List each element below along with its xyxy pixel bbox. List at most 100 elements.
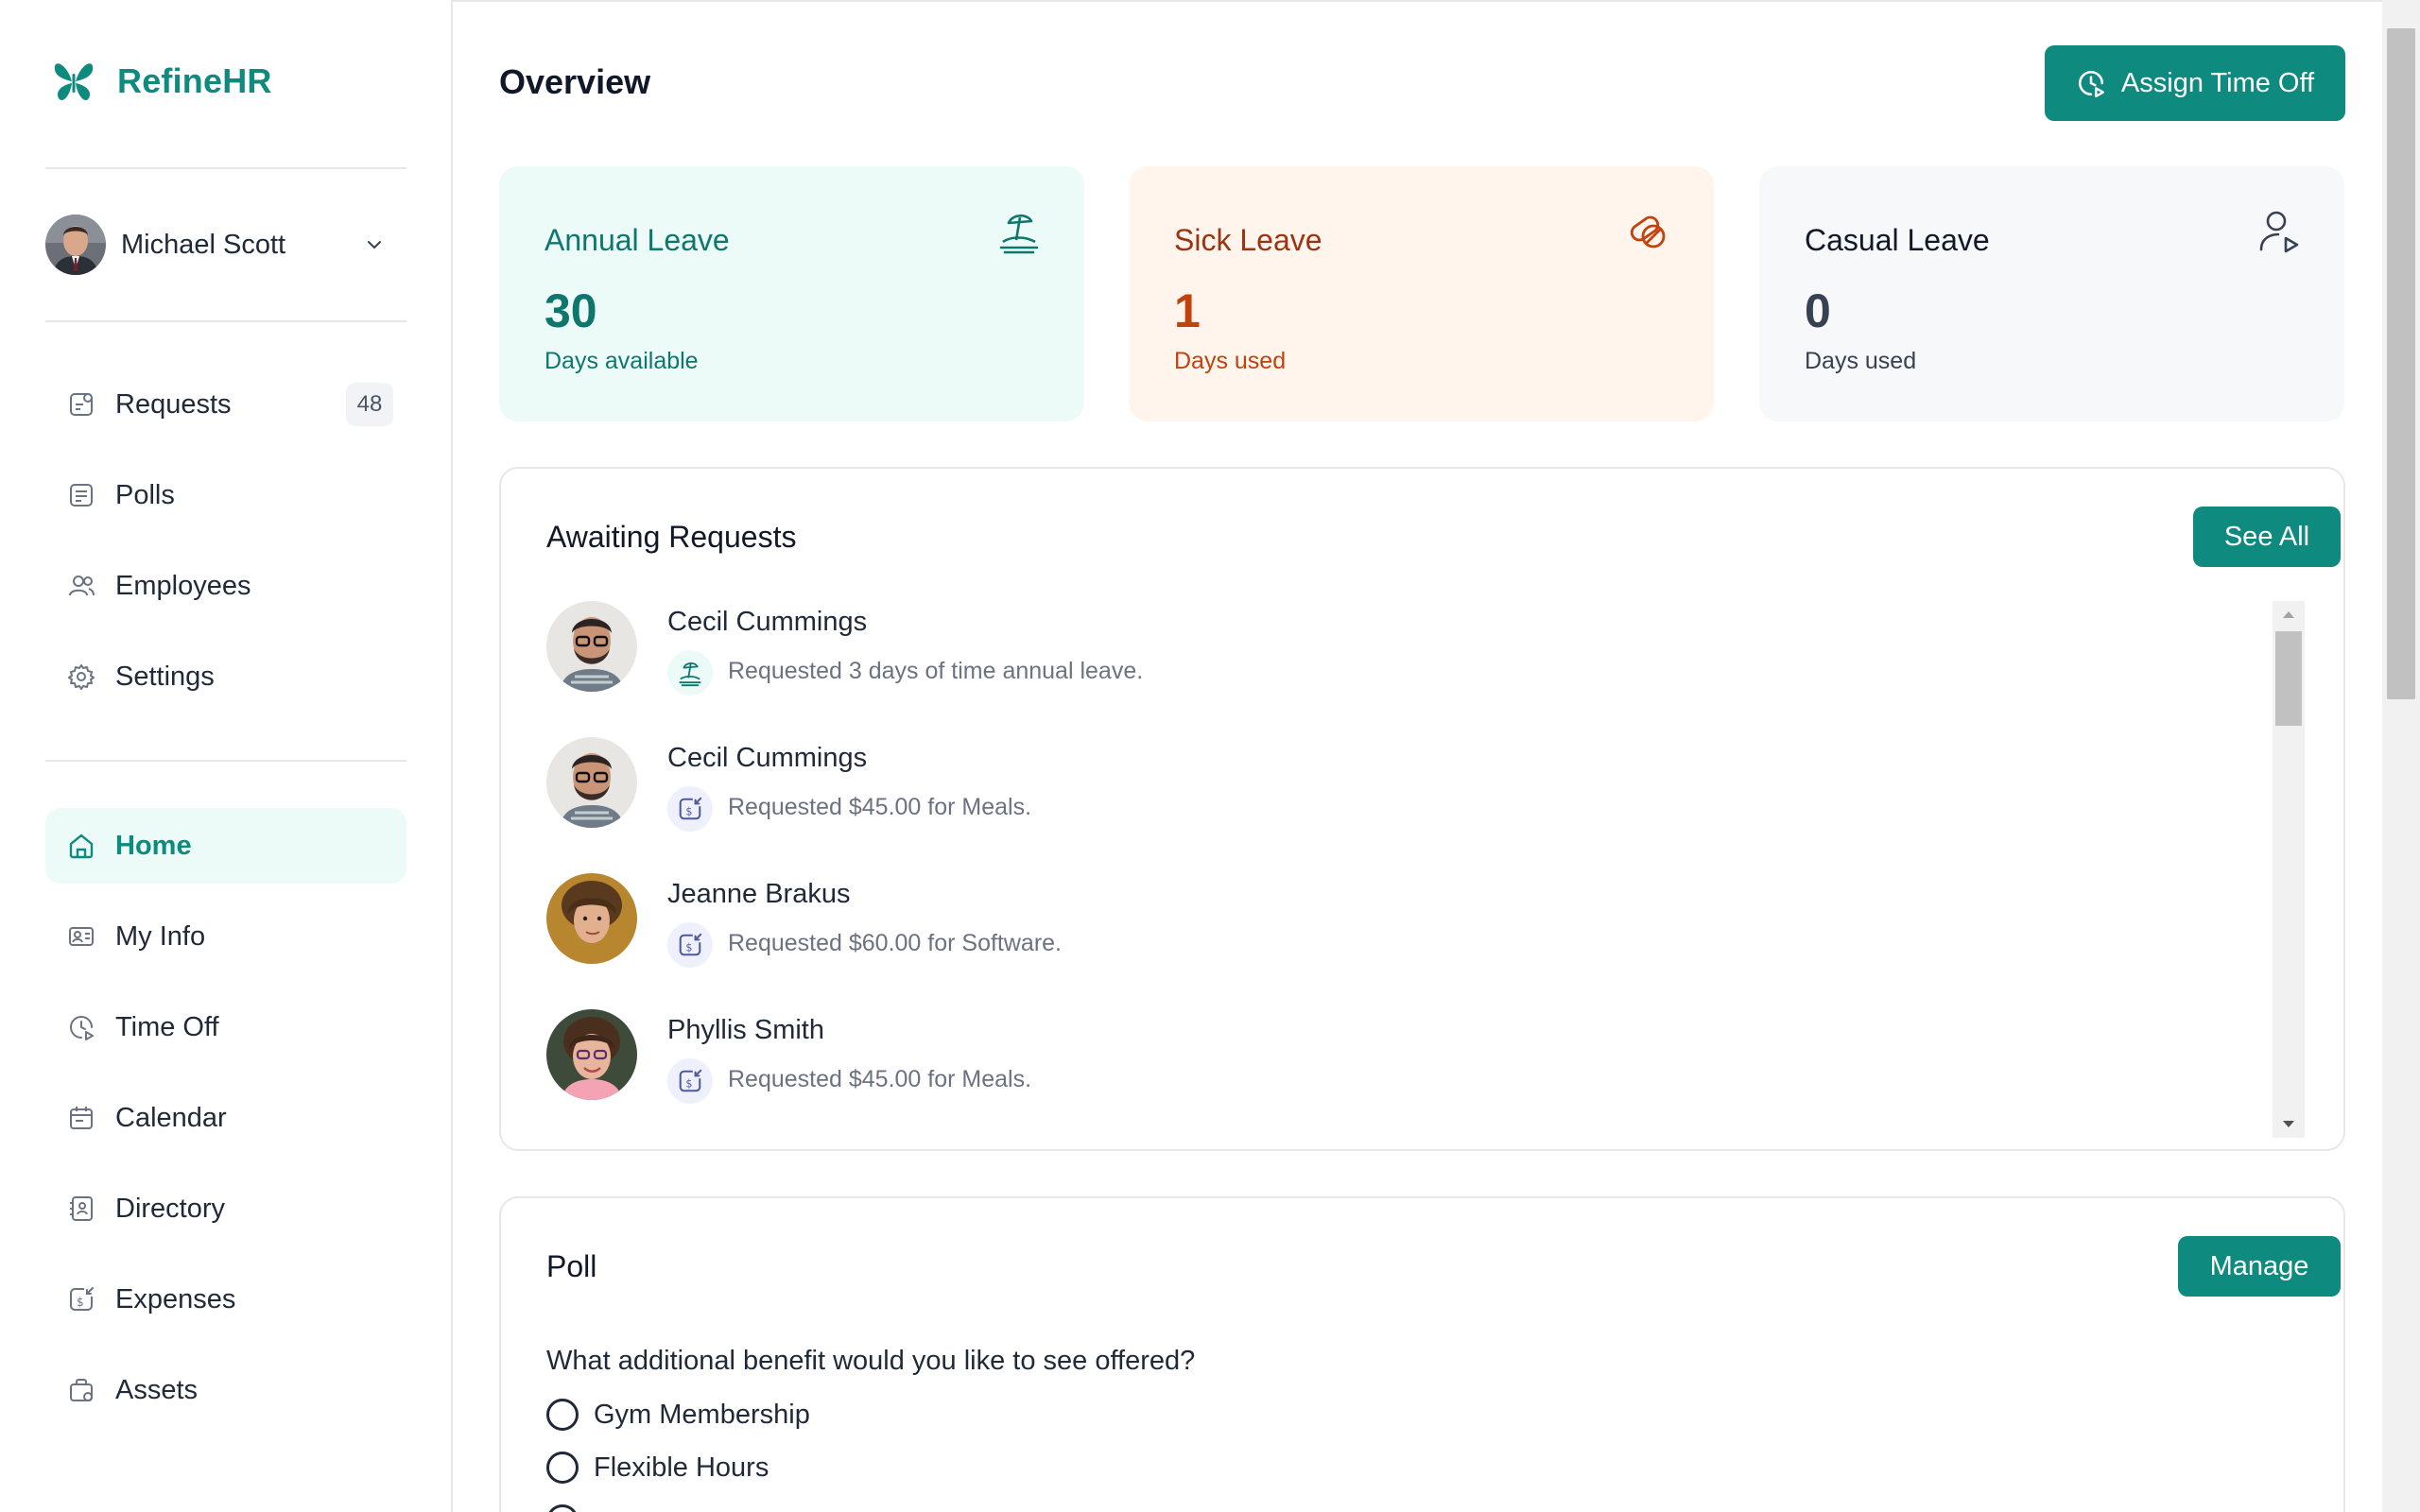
manage-poll-button[interactable]: Manage	[2178, 1236, 2341, 1297]
beach-icon	[999, 214, 1039, 254]
poll-question: What additional benefit would you like t…	[546, 1346, 1196, 1376]
brand[interactable]: RefineHR	[49, 57, 272, 106]
calendar-icon	[66, 1103, 96, 1133]
panel-title: Awaiting Requests	[546, 520, 797, 554]
radio-button[interactable]	[546, 1504, 579, 1512]
nav-item-label: Expenses	[115, 1283, 236, 1314]
nav-item-label: Calendar	[115, 1102, 227, 1133]
manage-label: Manage	[2209, 1250, 2309, 1281]
beach-icon	[667, 650, 713, 696]
chevron-down-icon	[368, 241, 381, 249]
card-subtitle: Days used	[1805, 348, 1917, 374]
card-value: 0	[1805, 284, 1831, 337]
request-text: Requested $60.00 for Software.	[728, 930, 1063, 956]
annual-leave-card: Annual Leave 30 Days available	[499, 166, 1084, 421]
card-value: 30	[544, 284, 597, 337]
nav-item-polls[interactable]: Polls	[45, 457, 406, 533]
requests-count-badge: 48	[346, 383, 393, 426]
briefcase-icon	[66, 1375, 96, 1405]
nav-item-directory[interactable]: Directory	[45, 1171, 406, 1246]
contact-book-icon	[66, 1194, 96, 1224]
see-all-button[interactable]: See All	[2193, 507, 2341, 567]
page-scrollbar[interactable]	[2382, 0, 2420, 1512]
page-title: Overview	[499, 62, 651, 101]
card-title: Sick Leave	[1174, 223, 1322, 257]
poll-option[interactable]: Gym Membership	[546, 1399, 810, 1431]
sidebar-divider	[45, 760, 406, 762]
nav-item-calendar[interactable]: Calendar	[45, 1080, 406, 1156]
requests-list[interactable]: Cecil Cummings Requested 3 days of time …	[546, 601, 2305, 1138]
page-scrollbar-thumb[interactable]	[2387, 28, 2415, 699]
svg-text:$: $	[685, 942, 692, 954]
user-avatar	[45, 215, 106, 275]
poll-option-label: Flexible Hours	[594, 1452, 769, 1483]
nav-item-label: Settings	[115, 661, 215, 692]
user-menu[interactable]: Michael Scott	[45, 214, 395, 276]
svg-text:$: $	[685, 1078, 692, 1091]
brand-name: RefineHR	[117, 61, 272, 100]
card-title: Casual Leave	[1805, 223, 1990, 257]
list-item[interactable]: Cecil Cummings $ Requested $45.00 for Me…	[546, 737, 2248, 841]
nav-item-settings[interactable]: Settings	[45, 639, 406, 714]
scrollbar-thumb[interactable]	[2275, 631, 2302, 726]
nav-item-label: Home	[115, 830, 192, 861]
assign-time-off-button[interactable]: Assign Time Off	[2045, 45, 2345, 121]
scroll-up-arrow-icon[interactable]	[2273, 601, 2305, 627]
sidebar-divider	[45, 167, 406, 169]
requests-icon	[66, 389, 96, 420]
sick-leave-card: Sick Leave 1 Days used	[1129, 166, 1714, 421]
radio-button[interactable]	[546, 1399, 579, 1431]
nav-item-label: Employees	[115, 570, 251, 601]
nav-item-assets[interactable]: Assets	[45, 1352, 406, 1428]
requester-name: Phyllis Smith	[667, 1015, 824, 1045]
poll-option[interactable]: Flexible Hours	[546, 1452, 769, 1484]
nav-item-expenses[interactable]: $ Expenses	[45, 1262, 406, 1337]
butterfly-logo-icon	[54, 63, 94, 101]
nav-item-label: Requests	[115, 388, 232, 420]
nav-item-time-off[interactable]: Time Off	[45, 989, 406, 1065]
scroll-down-arrow-icon[interactable]	[2273, 1111, 2305, 1138]
poll-panel: Poll Manage What additional benefit woul…	[499, 1196, 2345, 1512]
casual-leave-card: Casual Leave 0 Days used	[1759, 166, 2344, 421]
nav-item-label: Directory	[115, 1193, 226, 1224]
request-text: Requested $45.00 for Meals.	[728, 794, 1032, 820]
nav-item-home[interactable]: Home	[45, 808, 406, 884]
receipt-dollar-icon: $	[667, 922, 713, 968]
avatar	[546, 873, 637, 964]
nav-item-employees[interactable]: Employees	[45, 548, 406, 624]
poll-option-partial[interactable]	[546, 1504, 579, 1512]
requester-name: Jeanne Brakus	[667, 879, 851, 909]
receipt-dollar-icon: $	[667, 1058, 713, 1104]
poll-option-label: Gym Membership	[594, 1399, 810, 1430]
list-item[interactable]: Cecil Cummings Requested 3 days of time …	[546, 601, 2248, 705]
requester-name: Cecil Cummings	[667, 607, 868, 637]
sidebar-divider	[45, 320, 406, 322]
see-all-label: See All	[2223, 521, 2310, 552]
user-play-icon	[2259, 211, 2299, 253]
gear-icon	[66, 662, 96, 692]
request-text: Requested 3 days of time annual leave.	[728, 658, 1144, 684]
nav-item-label: My Info	[115, 920, 206, 952]
employees-icon	[66, 571, 96, 601]
list-scrollbar[interactable]	[2273, 601, 2305, 1138]
nav-item-label: Assets	[115, 1374, 199, 1405]
sidebar: RefineHR Michael Scott Requests 48 Polls…	[0, 0, 453, 1512]
radio-button[interactable]	[546, 1452, 579, 1484]
home-icon	[66, 831, 96, 861]
nav-item-label: Polls	[115, 479, 175, 510]
list-item[interactable]: Jeanne Brakus $ Requested $60.00 for Sof…	[546, 873, 2248, 977]
avatar	[546, 1009, 637, 1100]
main-content: Overview Assign Time Off Annual Leave 30…	[454, 0, 2382, 1512]
avatar	[546, 737, 637, 828]
card-title: Annual Leave	[544, 223, 730, 257]
list-item[interactable]: Phyllis Smith $ Requested $45.00 for Mea…	[546, 1009, 2248, 1113]
request-text: Requested $45.00 for Meals.	[728, 1066, 1032, 1092]
avatar	[546, 601, 637, 692]
nav-item-my-info[interactable]: My Info	[45, 899, 406, 974]
card-subtitle: Days available	[544, 348, 699, 374]
nav-item-requests[interactable]: Requests 48	[45, 367, 406, 442]
clock-icon	[66, 1012, 96, 1042]
svg-text:$: $	[685, 806, 692, 818]
receipt-dollar-icon: $	[667, 786, 713, 832]
receipt-dollar-icon: $	[66, 1284, 96, 1314]
